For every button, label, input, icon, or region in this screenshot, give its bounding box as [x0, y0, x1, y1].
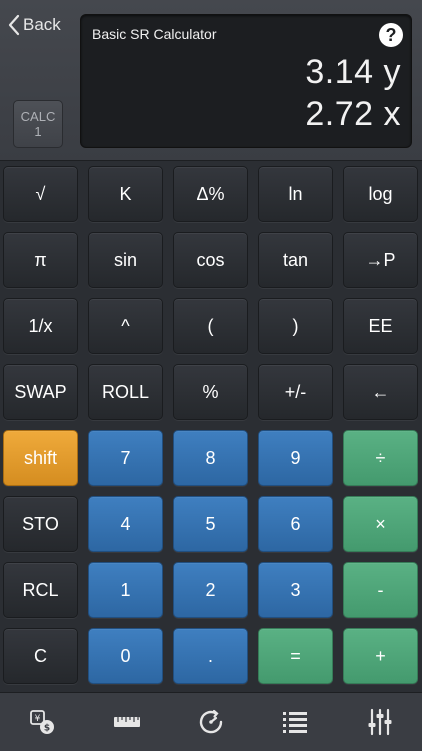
digit-6-key[interactable]: 6 — [258, 496, 333, 552]
tan-key[interactable]: tan — [258, 232, 333, 288]
ln-key[interactable]: ln — [258, 166, 333, 222]
to-polar-key[interactable]: →P — [343, 232, 418, 288]
ee-key[interactable]: EE — [343, 298, 418, 354]
back-label: Back — [23, 15, 61, 34]
calc-number: 1 — [34, 124, 42, 139]
digit-9-key[interactable]: 9 — [258, 430, 333, 486]
percent-key[interactable]: % — [173, 364, 248, 420]
help-icon[interactable]: ? — [379, 23, 403, 47]
add-key[interactable]: + — [343, 628, 418, 684]
shift-key[interactable]: shift — [3, 430, 78, 486]
reciprocal-key[interactable]: 1/x — [3, 298, 78, 354]
keypad: √ K Δ% ln log π sin cos tan →P 1/x ^() EE SWAP ROLL% +/… — [3, 166, 419, 684]
display: Basic SR Calculator ? 3.14 y 2.72 x — [80, 14, 412, 148]
calc-label: CALC — [20, 109, 56, 124]
equals-key[interactable]: = — [258, 628, 333, 684]
subtract-key[interactable]: - — [343, 562, 418, 618]
svg-text:$: $ — [44, 724, 50, 734]
digit-5-key[interactable]: 5 — [173, 496, 248, 552]
tab-currency[interactable]: ¥ $ — [22, 702, 62, 742]
delta-percent-key[interactable]: Δ% — [173, 166, 248, 222]
chevron-left-icon — [8, 14, 20, 36]
pi-key[interactable]: π — [3, 232, 78, 288]
digit-2-key[interactable]: 2 — [173, 562, 248, 618]
sin-key[interactable]: sin — [88, 232, 163, 288]
sto-key[interactable]: STO — [3, 496, 78, 552]
tab-bar: ¥ $ — [0, 692, 422, 751]
list-icon — [283, 712, 308, 733]
ruler-icon — [113, 717, 140, 727]
currency-convert-icon: ¥ $ — [30, 710, 55, 734]
y-register: 3.14 y — [305, 53, 401, 91]
digit-7-key[interactable]: 7 — [88, 430, 163, 486]
clear-key[interactable]: C — [3, 628, 78, 684]
backspace-key[interactable]: ← — [343, 364, 418, 420]
digit-1-key[interactable]: 1 — [88, 562, 163, 618]
cos-key[interactable]: cos — [173, 232, 248, 288]
rcl-key[interactable]: RCL — [3, 562, 78, 618]
roll-key[interactable]: ROLL — [88, 364, 163, 420]
back-button[interactable]: Back — [8, 14, 61, 36]
history-clock-icon — [199, 709, 223, 734]
svg-text:¥: ¥ — [35, 714, 41, 724]
swap-key[interactable]: SWAP — [3, 364, 78, 420]
settings-sliders-icon — [368, 708, 392, 736]
k-key[interactable]: K — [88, 166, 163, 222]
digit-8-key[interactable]: 8 — [173, 430, 248, 486]
calculator-title: Basic SR Calculator — [92, 26, 217, 42]
tab-history[interactable] — [191, 702, 231, 742]
sqrt-key[interactable]: √ — [3, 166, 78, 222]
multiply-key[interactable]: × — [343, 496, 418, 552]
close-paren-key[interactable]: ) — [258, 298, 333, 354]
digit-4-key[interactable]: 4 — [88, 496, 163, 552]
tab-list[interactable] — [275, 702, 315, 742]
digit-0-key[interactable]: 0 — [88, 628, 163, 684]
tab-units[interactable] — [107, 702, 147, 742]
calc-select-button[interactable]: CALC 1 — [13, 100, 63, 148]
digit-3-key[interactable]: 3 — [258, 562, 333, 618]
tab-settings[interactable] — [360, 702, 400, 742]
log-key[interactable]: log — [343, 166, 418, 222]
x-register: 2.72 x — [305, 95, 401, 133]
sign-key[interactable]: +/- — [258, 364, 333, 420]
calculator-app: Back CALC 1 Basic SR Calculator ? 3.14 y… — [0, 0, 422, 751]
divide-key[interactable]: ÷ — [343, 430, 418, 486]
header: Back CALC 1 Basic SR Calculator ? 3.14 y… — [0, 0, 422, 161]
decimal-key[interactable]: . — [173, 628, 248, 684]
open-paren-key[interactable]: ( — [173, 298, 248, 354]
power-key[interactable]: ^ — [88, 298, 163, 354]
